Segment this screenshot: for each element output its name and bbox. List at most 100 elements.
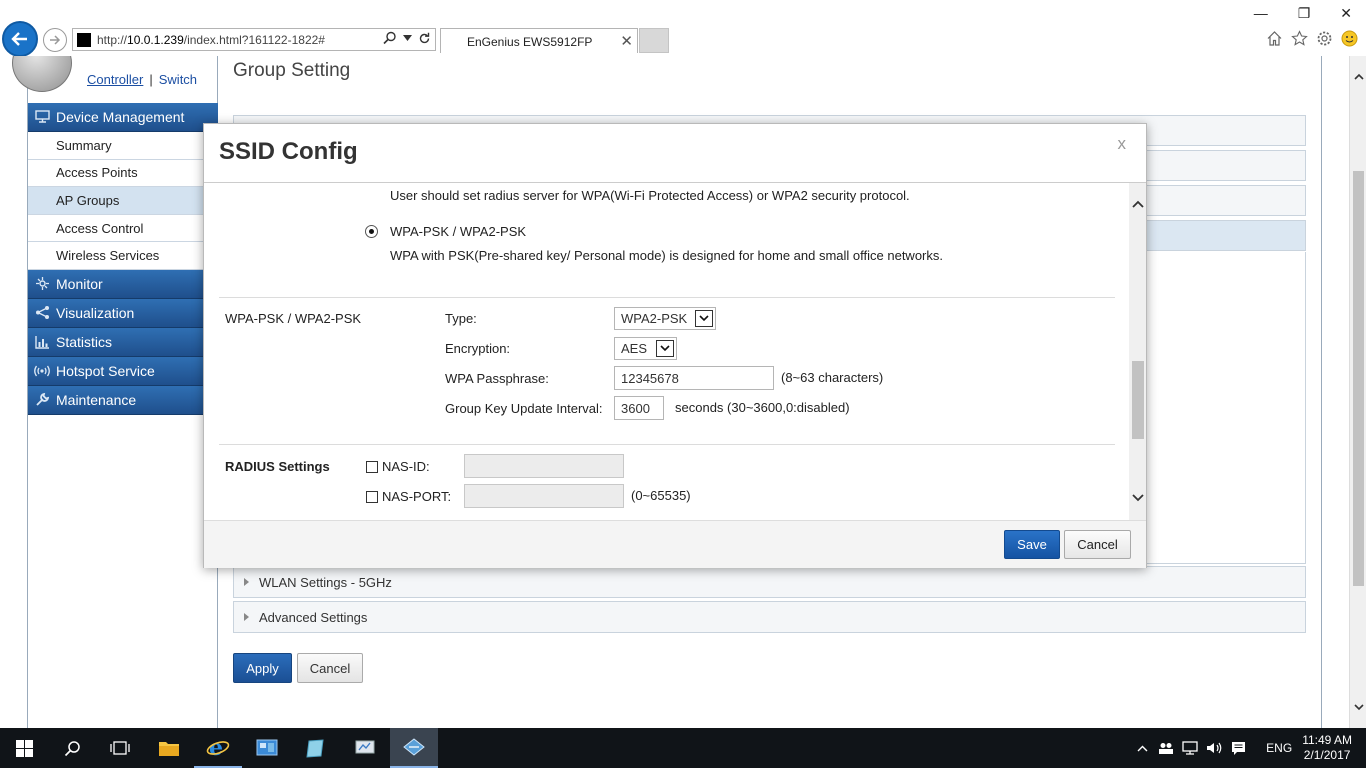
control-panel-icon xyxy=(256,739,278,756)
control-panel-button[interactable] xyxy=(243,728,291,768)
taskbar-clock[interactable]: 11:49 AM 2/1/2017 xyxy=(1302,733,1352,763)
volume-icon[interactable] xyxy=(1202,741,1226,755)
scroll-up-icon[interactable] xyxy=(1129,195,1146,212)
nas-id-input[interactable] xyxy=(464,454,624,478)
task-view-button[interactable] xyxy=(96,728,144,768)
smiley-feedback-icon[interactable] xyxy=(1341,30,1358,47)
menu-visualization[interactable]: Visualization xyxy=(28,298,218,328)
sidebar-menu: Device Management Summary Access Points … xyxy=(28,103,218,415)
switch-link[interactable]: Switch xyxy=(159,72,197,87)
chevron-up-icon[interactable] xyxy=(1130,745,1154,752)
nas-port-hint: (0~65535) xyxy=(631,488,691,503)
internet-explorer-button[interactable]: e xyxy=(194,728,242,768)
nav-separator: | xyxy=(149,72,153,87)
forward-button[interactable] xyxy=(43,28,67,52)
sidebar: Device Management Summary Access Points … xyxy=(27,56,218,728)
menu-maintenance[interactable]: Maintenance xyxy=(28,385,218,415)
group-key-interval-label: Group Key Update Interval: xyxy=(445,401,603,416)
apply-button[interactable]: Apply xyxy=(233,653,292,683)
dialog-scroll-thumb[interactable] xyxy=(1132,361,1144,439)
back-button[interactable] xyxy=(2,21,38,57)
dialog-cancel-button[interactable]: Cancel xyxy=(1064,530,1131,559)
menu-visualization-label: Visualization xyxy=(56,304,135,321)
nas-port-checkbox[interactable] xyxy=(366,491,378,503)
minimize-icon[interactable]: — xyxy=(1254,5,1268,22)
wlan-5ghz-section[interactable]: WLAN Settings - 5GHz xyxy=(233,566,1306,598)
clock-time: 11:49 AM xyxy=(1302,733,1352,747)
menu-monitor[interactable]: Monitor xyxy=(28,269,218,299)
forward-arrow-icon xyxy=(50,35,61,45)
bar-chart-icon xyxy=(34,334,50,350)
device-management-icon xyxy=(34,109,50,125)
sidebar-item-wireless-services[interactable]: Wireless Services xyxy=(28,242,218,270)
network-app-icon xyxy=(355,740,375,754)
search-icon[interactable] xyxy=(383,31,397,45)
people-icon[interactable] xyxy=(1154,742,1178,754)
controller-link[interactable]: Controller xyxy=(87,72,143,87)
nas-id-checkbox[interactable] xyxy=(366,461,378,473)
windows-logo-icon xyxy=(15,739,33,757)
wrench-icon xyxy=(34,392,50,408)
scroll-down-icon[interactable] xyxy=(1350,699,1366,716)
new-tab-button[interactable] xyxy=(639,28,669,53)
settings-gear-icon[interactable] xyxy=(1316,30,1333,47)
app-button-3-active[interactable] xyxy=(390,728,438,768)
search-taskbar-button[interactable] xyxy=(48,728,96,768)
group-key-interval-input[interactable]: 3600 xyxy=(614,396,664,420)
file-explorer-button[interactable] xyxy=(145,728,193,768)
passphrase-input[interactable]: 12345678 xyxy=(614,366,774,390)
nas-id-label: NAS-ID: xyxy=(382,459,430,474)
advanced-settings-label: Advanced Settings xyxy=(259,609,368,625)
chevron-down-icon[interactable] xyxy=(403,35,412,41)
notifications-icon[interactable] xyxy=(1226,741,1250,755)
app-button-2[interactable] xyxy=(341,728,389,768)
start-button[interactable] xyxy=(0,728,48,768)
refresh-icon[interactable] xyxy=(418,32,431,45)
close-window-icon[interactable]: ✕ xyxy=(1340,5,1352,22)
group-key-interval-hint: seconds (30~3600,0:disabled) xyxy=(675,400,850,415)
menu-statistics-label: Statistics xyxy=(56,333,113,350)
psk-radio[interactable] xyxy=(365,225,378,238)
scroll-down-icon[interactable] xyxy=(1129,489,1146,506)
encryption-label: Encryption: xyxy=(445,341,511,356)
menu-monitor-label: Monitor xyxy=(56,275,103,292)
menu-statistics[interactable]: Statistics xyxy=(28,327,218,357)
address-bar[interactable]: http://10.0.1.239/index.html?161122-1822… xyxy=(72,28,436,51)
home-icon[interactable] xyxy=(1266,30,1283,47)
dialog-scrollbar[interactable] xyxy=(1129,183,1146,520)
browser-chrome: http://10.0.1.239/index.html?161122-1822… xyxy=(0,0,1366,57)
page-scroll-thumb[interactable] xyxy=(1353,171,1364,586)
radius-settings-label: RADIUS Settings xyxy=(225,459,330,474)
sidebar-item-access-points[interactable]: Access Points xyxy=(28,159,218,188)
sidebar-item-summary[interactable]: Summary xyxy=(28,132,218,160)
taskbar: e ENG 11:49 AM 2/1/2017 xyxy=(0,728,1366,768)
page-title: Group Setting xyxy=(233,60,351,81)
favorites-star-icon[interactable] xyxy=(1291,30,1308,47)
restore-icon[interactable]: ❐ xyxy=(1298,5,1311,22)
sidebar-item-ap-groups[interactable]: AP Groups xyxy=(28,187,218,215)
dialog-footer: Save Cancel xyxy=(204,521,1146,568)
page-cancel-button[interactable]: Cancel xyxy=(297,653,363,683)
scroll-up-icon[interactable] xyxy=(1350,68,1366,85)
task-view-icon xyxy=(110,741,130,755)
advanced-settings-section[interactable]: Advanced Settings xyxy=(233,601,1306,633)
wpa-description: User should set radius server for WPA(Wi… xyxy=(390,188,910,203)
menu-hotspot-service[interactable]: Hotspot Service xyxy=(28,356,218,386)
sidebar-item-access-control[interactable]: Access Control xyxy=(28,214,218,243)
type-select[interactable]: WPA2-PSK xyxy=(614,307,716,330)
network-icon[interactable] xyxy=(1178,741,1202,755)
nas-port-input[interactable] xyxy=(464,484,624,508)
menu-device-management[interactable]: Device Management xyxy=(28,103,218,132)
app-button-1[interactable] xyxy=(292,728,340,768)
expand-triangle-icon xyxy=(244,578,249,586)
language-indicator[interactable]: ENG xyxy=(1266,741,1292,755)
tab-close-icon[interactable]: ✕ xyxy=(620,32,633,50)
address-url: http://10.0.1.239/index.html?161122-1822… xyxy=(97,33,325,47)
top-nav: Controller | Switch xyxy=(87,72,197,87)
save-button[interactable]: Save xyxy=(1004,530,1060,559)
expand-triangle-icon xyxy=(244,613,249,621)
dialog-close-icon[interactable]: x xyxy=(1118,134,1127,154)
browser-tab[interactable]: EnGenius EWS5912FP ✕ xyxy=(440,28,638,53)
page-scrollbar[interactable] xyxy=(1349,56,1366,728)
encryption-select[interactable]: AES xyxy=(614,337,677,360)
